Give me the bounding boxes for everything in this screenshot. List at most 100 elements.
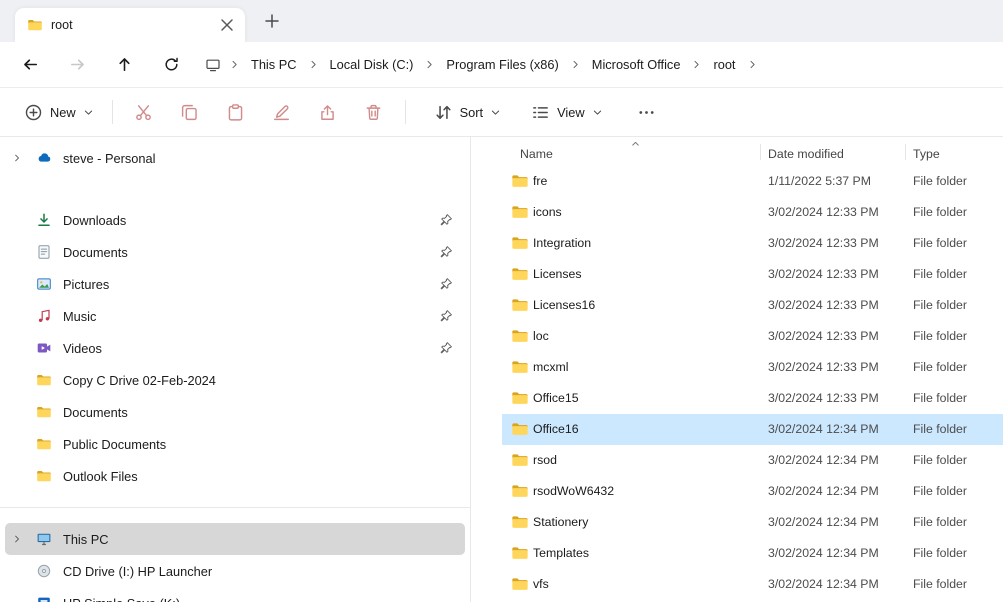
- copy-button[interactable]: [170, 94, 210, 130]
- file-name: icons: [533, 205, 562, 219]
- view-icon: [531, 103, 550, 122]
- file-type: File folder: [913, 298, 967, 312]
- sidebar-item-steve-personal[interactable]: steve - Personal: [5, 142, 465, 174]
- file-row-stationery[interactable]: Stationery 3/02/2024 12:34 PM File folder: [502, 507, 1003, 538]
- chevron-right-icon: [229, 59, 240, 70]
- file-row-templates[interactable]: Templates 3/02/2024 12:34 PM File folder: [502, 538, 1003, 569]
- column-divider[interactable]: [760, 144, 761, 160]
- pictures-icon: [36, 276, 52, 292]
- folder-icon: [511, 513, 529, 531]
- chevron-right-icon[interactable]: [12, 153, 22, 163]
- sidebar-item-label: This PC: [63, 531, 109, 547]
- file-type: File folder: [913, 267, 967, 281]
- sidebar-item-this-pc[interactable]: This PC: [5, 523, 465, 555]
- sidebar-item-videos[interactable]: Videos: [5, 332, 465, 364]
- file-explorer-window: root This PC Local Disk (C:) Program Files…: [0, 0, 1003, 602]
- new-tab-button[interactable]: [262, 11, 282, 31]
- folder-icon: [511, 296, 529, 314]
- sidebar-item-label: Copy C Drive 02-Feb-2024: [63, 372, 216, 388]
- chevron-right-icon[interactable]: [12, 534, 22, 544]
- chevron-right-icon[interactable]: [424, 59, 435, 70]
- folder-icon: [36, 372, 52, 388]
- file-row-vfs[interactable]: vfs 3/02/2024 12:34 PM File folder: [502, 569, 1003, 600]
- new-plus-icon: [24, 103, 43, 122]
- cut-button[interactable]: [124, 94, 164, 130]
- folder-icon: [511, 203, 529, 221]
- sidebar-item-hp-simple-save-k[interactable]: HP Simple Save (K:): [5, 587, 465, 602]
- chevron-right-icon[interactable]: [747, 59, 758, 70]
- new-button[interactable]: New: [14, 95, 104, 129]
- file-type: File folder: [913, 515, 967, 529]
- file-row-office16[interactable]: Office16 3/02/2024 12:34 PM File folder: [502, 414, 1003, 445]
- chevron-right-icon[interactable]: [691, 59, 702, 70]
- sidebar-item-outlook-files[interactable]: Outlook Files: [5, 460, 465, 492]
- file-type: File folder: [913, 329, 967, 343]
- sidebar-item-label: Music: [63, 308, 97, 324]
- onedrive-cloud-icon: [36, 150, 52, 166]
- folder-icon: [36, 404, 52, 420]
- more-options-button[interactable]: [627, 94, 667, 130]
- breadcrumb-item-microsoft-office[interactable]: Microsoft Office: [584, 53, 689, 76]
- refresh-button[interactable]: [155, 49, 187, 81]
- column-header-name[interactable]: Name: [520, 147, 553, 161]
- up-button[interactable]: [108, 49, 140, 81]
- videos-icon: [36, 340, 52, 356]
- breadcrumb-item-root[interactable]: root: [705, 53, 743, 76]
- rename-button[interactable]: [262, 94, 302, 130]
- sort-button-label: Sort: [459, 104, 484, 120]
- sidebar-item-public-documents[interactable]: Public Documents: [5, 428, 465, 460]
- file-row-mcxml[interactable]: mcxml 3/02/2024 12:33 PM File folder: [502, 352, 1003, 383]
- column-divider[interactable]: [905, 144, 906, 160]
- file-row-integration[interactable]: Integration 3/02/2024 12:33 PM File folder: [502, 228, 1003, 259]
- close-icon[interactable]: [217, 15, 237, 35]
- sidebar-item-cd-drive-i-hp-launcher[interactable]: CD Drive (I:) HP Launcher: [5, 555, 465, 587]
- command-toolbar: New Sort View: [0, 88, 1003, 137]
- delete-button[interactable]: [354, 94, 394, 130]
- view-button[interactable]: View: [521, 95, 613, 129]
- file-name: rsod: [533, 453, 557, 467]
- refresh-icon: [163, 56, 180, 73]
- file-row-fre[interactable]: fre 1/11/2022 5:37 PM File folder: [502, 166, 1003, 197]
- folder-icon: [511, 575, 529, 593]
- explorer-tab[interactable]: root: [15, 8, 245, 42]
- sidebar-item-downloads[interactable]: Downloads: [5, 204, 465, 236]
- sidebar-item-copy-c-drive-02-feb-2024[interactable]: Copy C Drive 02-Feb-2024: [5, 364, 465, 396]
- file-row-icons[interactable]: icons 3/02/2024 12:33 PM File folder: [502, 197, 1003, 228]
- file-row-rsod[interactable]: rsod 3/02/2024 12:34 PM File folder: [502, 445, 1003, 476]
- column-header-type[interactable]: Type: [913, 147, 940, 161]
- more-ellipsis-icon: [637, 103, 656, 122]
- breadcrumb-item-program-files-x86[interactable]: Program Files (x86): [438, 53, 566, 76]
- breadcrumb-item-local-disk-c[interactable]: Local Disk (C:): [322, 53, 422, 76]
- file-type: File folder: [913, 205, 967, 219]
- column-header-date-modified[interactable]: Date modified: [768, 147, 844, 161]
- file-name: loc: [533, 329, 549, 343]
- file-row-licenses16[interactable]: Licenses16 3/02/2024 12:33 PM File folder: [502, 290, 1003, 321]
- file-row-licenses[interactable]: Licenses 3/02/2024 12:33 PM File folder: [502, 259, 1003, 290]
- folder-icon: [511, 451, 529, 469]
- file-row-rsodwow6432[interactable]: rsodWoW6432 3/02/2024 12:34 PM File folder: [502, 476, 1003, 507]
- sidebar-item-documents[interactable]: Documents: [5, 396, 465, 428]
- sort-button[interactable]: Sort: [424, 95, 511, 129]
- folder-icon: [511, 265, 529, 283]
- breadcrumb-item-this-pc[interactable]: This PC: [243, 53, 305, 76]
- file-row-loc[interactable]: loc 3/02/2024 12:33 PM File folder: [502, 321, 1003, 352]
- back-button[interactable]: [14, 49, 46, 81]
- sidebar-item-documents[interactable]: Documents: [5, 236, 465, 268]
- new-button-label: New: [50, 104, 76, 120]
- pane-splitter[interactable]: [470, 137, 471, 602]
- file-row-office15[interactable]: Office15 3/02/2024 12:33 PM File folder: [502, 383, 1003, 414]
- chevron-right-icon[interactable]: [570, 59, 581, 70]
- sidebar-item-music[interactable]: Music: [5, 300, 465, 332]
- share-button[interactable]: [308, 94, 348, 130]
- file-type: File folder: [913, 484, 967, 498]
- paste-button[interactable]: [216, 94, 256, 130]
- folder-icon: [511, 327, 529, 345]
- documents-icon: [36, 244, 52, 260]
- chevron-right-icon[interactable]: [308, 59, 319, 70]
- sidebar-item-pictures[interactable]: Pictures: [5, 268, 465, 300]
- file-type: File folder: [913, 236, 967, 250]
